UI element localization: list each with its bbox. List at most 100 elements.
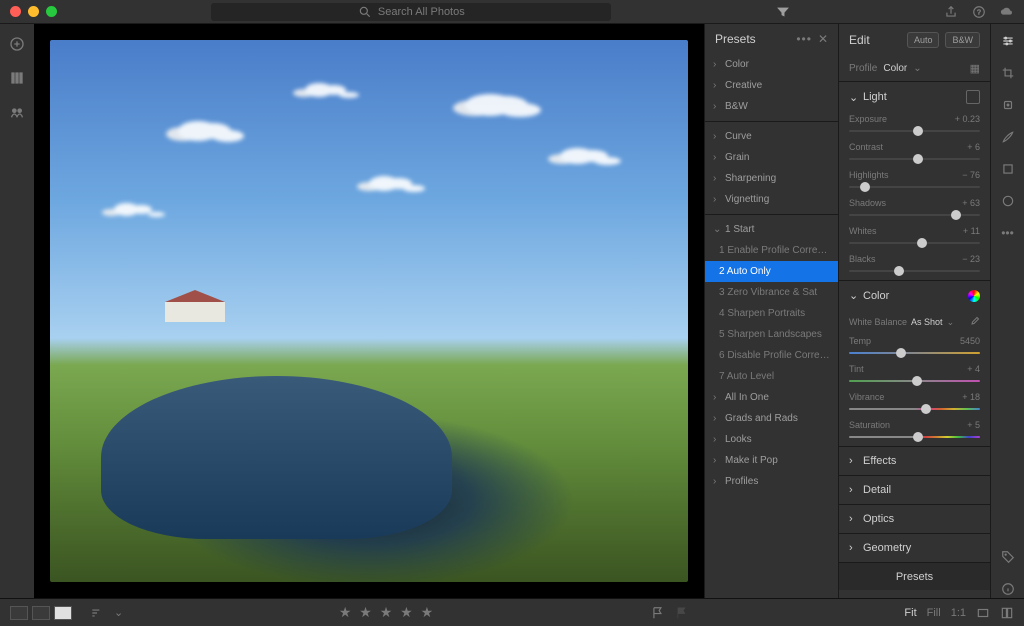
preset-group[interactable]: ›Vignetting: [705, 189, 838, 210]
image-canvas[interactable]: [34, 24, 704, 598]
preset-item[interactable]: 4 Sharpen Portraits: [705, 303, 838, 324]
brush-icon[interactable]: [999, 128, 1017, 146]
eyedropper-icon[interactable]: [968, 316, 980, 328]
more-icon[interactable]: •••: [999, 224, 1017, 242]
slider-contrast[interactable]: Contrast+ 6: [839, 140, 990, 168]
minimize-window-button[interactable]: [28, 6, 39, 17]
slider-value: + 63: [962, 198, 980, 208]
white-balance-row[interactable]: White Balance As Shot ⌄: [839, 310, 990, 334]
preset-group[interactable]: ›B&W: [705, 96, 838, 117]
profile-browser-icon[interactable]: ▦: [970, 62, 980, 75]
preset-group[interactable]: ›Looks: [705, 429, 838, 450]
preset-group[interactable]: ›Grain: [705, 147, 838, 168]
photo-preview: [50, 40, 688, 582]
rating-stars[interactable]: ★ ★ ★ ★ ★: [339, 604, 435, 621]
grid-view-button[interactable]: [10, 606, 28, 620]
preset-item[interactable]: 5 Sharpen Landscapes: [705, 324, 838, 345]
slider-tint[interactable]: Tint+ 4: [839, 362, 990, 390]
flag-picked-icon[interactable]: [651, 606, 665, 620]
slider-highlights[interactable]: Highlights− 76: [839, 168, 990, 196]
slider-whites[interactable]: Whites+ 11: [839, 224, 990, 252]
section-optics[interactable]: ›Optics: [839, 505, 990, 533]
edit-sliders-icon[interactable]: [999, 32, 1017, 50]
healing-brush-icon[interactable]: [999, 96, 1017, 114]
preset-group[interactable]: ›Profiles: [705, 471, 838, 492]
preset-group[interactable]: ›Creative: [705, 75, 838, 96]
add-photos-icon[interactable]: [9, 36, 25, 52]
presets-options-icon[interactable]: •••: [796, 32, 812, 46]
chevron-right-icon: ›: [713, 434, 721, 445]
color-header[interactable]: ⌄ Color: [839, 281, 990, 310]
flag-rejected-icon[interactable]: [675, 606, 689, 620]
slider-shadows[interactable]: Shadows+ 63: [839, 196, 990, 224]
slider-label: Highlights: [849, 170, 889, 180]
slider-value: + 11: [963, 226, 980, 236]
chevron-right-icon: ›: [713, 59, 721, 70]
my-photos-icon[interactable]: [9, 70, 25, 86]
tone-curve-icon[interactable]: [966, 90, 980, 104]
preset-group[interactable]: ›Color: [705, 54, 838, 75]
filter-icon[interactable]: [776, 5, 790, 19]
sharing-icon[interactable]: [9, 104, 25, 120]
preset-group-open[interactable]: ⌄ 1 Start: [705, 219, 838, 240]
crop-icon[interactable]: [999, 64, 1017, 82]
slider-value: + 0.23: [955, 114, 980, 124]
sort-icon[interactable]: [90, 606, 104, 620]
maximize-window-button[interactable]: [46, 6, 57, 17]
edit-panel: Edit Auto B&W Profile Color ⌄ ▦ ⌄ Light …: [838, 24, 990, 598]
preset-item[interactable]: 6 Disable Profile Correction: [705, 345, 838, 366]
light-header[interactable]: ⌄ Light: [839, 82, 990, 112]
chevron-down-icon: ⌄: [713, 224, 721, 235]
chevron-down-icon: ⌄: [913, 63, 921, 74]
preset-item[interactable]: 7 Auto Level: [705, 366, 838, 387]
slider-value: + 18: [962, 392, 980, 402]
preset-group-label: 1 Start: [725, 224, 754, 235]
preset-group[interactable]: ›Curve: [705, 126, 838, 147]
preset-item[interactable]: 3 Zero Vibrance & Sat: [705, 282, 838, 303]
chevron-right-icon: ›: [713, 413, 721, 424]
radial-gradient-icon[interactable]: [999, 192, 1017, 210]
color-mixer-icon[interactable]: [968, 290, 980, 302]
zoom-11[interactable]: 1:1: [951, 607, 966, 619]
preset-group[interactable]: ›Sharpening: [705, 168, 838, 189]
preset-group[interactable]: › Grads and Rads: [705, 408, 838, 429]
slider-exposure[interactable]: Exposure+ 0.23: [839, 112, 990, 140]
search-input[interactable]: Search All Photos: [211, 3, 611, 21]
slider-blacks[interactable]: Blacks− 23: [839, 252, 990, 280]
share-icon[interactable]: [944, 5, 958, 19]
cloud-sync-icon[interactable]: [1000, 5, 1014, 19]
slider-saturation[interactable]: Saturation+ 5: [839, 418, 990, 446]
close-presets-icon[interactable]: ✕: [818, 32, 828, 46]
section-detail[interactable]: ›Detail: [839, 476, 990, 504]
square-grid-button[interactable]: [32, 606, 50, 620]
profile-row[interactable]: Profile Color ⌄ ▦: [839, 56, 990, 81]
zoom-fill[interactable]: Fill: [927, 607, 941, 619]
slider-vibrance[interactable]: Vibrance+ 18: [839, 390, 990, 418]
preset-group[interactable]: ›All In One: [705, 387, 838, 408]
chevron-right-icon: ›: [713, 131, 721, 142]
section-title: Optics: [863, 513, 894, 525]
close-window-button[interactable]: [10, 6, 21, 17]
tag-icon[interactable]: [999, 548, 1017, 566]
linear-gradient-icon[interactable]: [999, 160, 1017, 178]
chevron-down-icon[interactable]: ⌄: [114, 606, 123, 619]
chevron-right-icon: ›: [713, 152, 721, 163]
bw-button[interactable]: B&W: [945, 32, 980, 48]
preset-group[interactable]: ›Make it Pop: [705, 450, 838, 471]
zoom-fit[interactable]: Fit: [904, 607, 916, 619]
auto-button[interactable]: Auto: [907, 32, 940, 48]
slider-temp[interactable]: Temp5450: [839, 334, 990, 362]
show-original-icon[interactable]: [976, 606, 990, 620]
info-icon[interactable]: [999, 580, 1017, 598]
section-effects[interactable]: ›Effects: [839, 447, 990, 475]
chevron-right-icon: ›: [849, 542, 857, 554]
detail-view-button[interactable]: [54, 606, 72, 620]
help-icon[interactable]: ?: [972, 5, 986, 19]
preset-item[interactable]: 1 Enable Profile Correction: [705, 240, 838, 261]
preset-item[interactable]: 2 Auto Only: [705, 261, 838, 282]
section-geometry[interactable]: ›Geometry: [839, 534, 990, 562]
presets-footer-button[interactable]: Presets: [839, 562, 990, 590]
preset-group-label: Grads and Rads: [725, 413, 798, 424]
filmstrip-toggle-icon[interactable]: [1000, 606, 1014, 620]
chevron-down-icon: ⌄: [947, 317, 955, 328]
